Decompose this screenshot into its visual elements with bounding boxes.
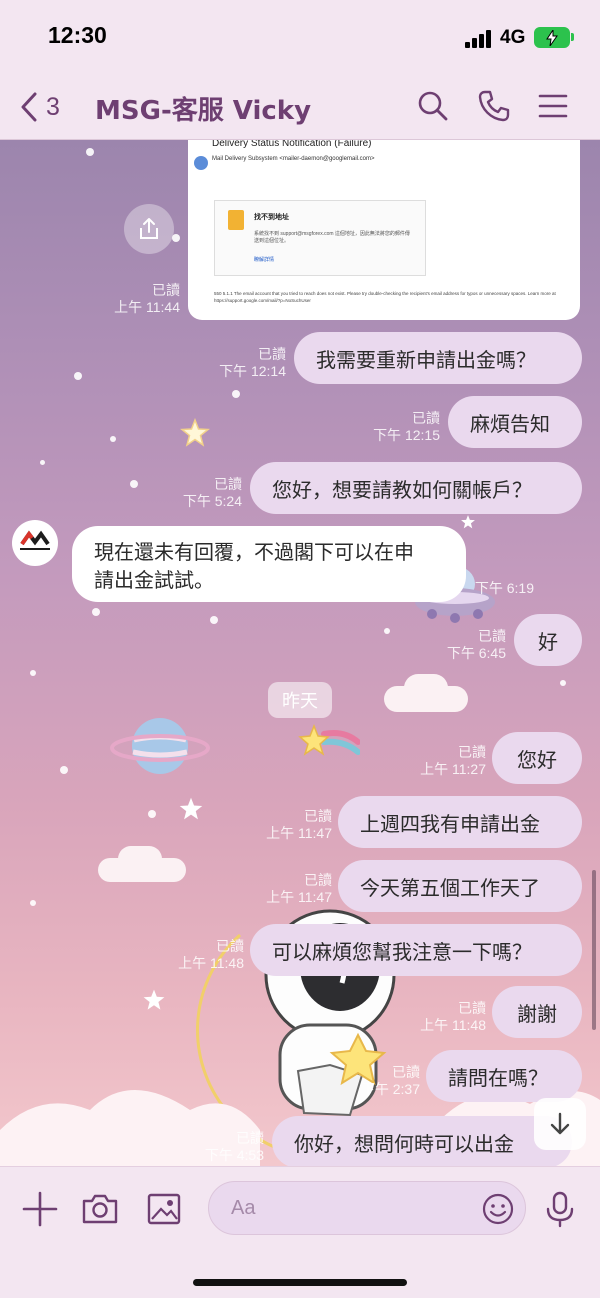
message-input-bar [0,1166,600,1298]
message-meta: 已讀 上午 11:44 [114,282,180,315]
email-learn-more-link: 瞭解詳情 [254,257,275,263]
scroll-to-bottom-button[interactable] [534,1098,586,1150]
status-bar: 12:30 4G [0,0,600,74]
message-input[interactable] [231,1194,471,1222]
share-button[interactable] [124,204,174,254]
star-icon [461,515,475,529]
email-subject: Delivery Status Notification (Failure) [212,140,372,149]
scrollbar[interactable] [592,870,596,1030]
message-meta: 已讀 下午 2:37 [360,1064,420,1097]
message-bubble-out[interactable]: 我需要重新申請出金嗎？ [294,332,582,384]
email-box-title: 找不到地址 [254,214,289,221]
chat-title: MSG-客服 Vicky [95,96,312,126]
contact-avatar[interactable] [12,520,58,566]
shooting-star-icon [298,723,360,756]
email-screenshot-image[interactable]: Delivery Status Notification (Failure) M… [188,140,580,320]
microphone-icon[interactable] [540,1189,580,1229]
message-meta: 已讀 上午 11:48 [178,938,244,971]
message-meta: 已讀 下午 12:15 [373,410,440,443]
message-bubble-out[interactable]: 您好，想要請教如何關帳戶？ [250,462,582,514]
message-bubble-out[interactable]: 你好，想問何時可以出金 [272,1116,572,1166]
search-icon[interactable] [415,88,451,124]
sender-avatar [194,156,208,170]
message-meta: 已讀 下午 5:24 [182,476,242,509]
message-meta: 已讀 上午 11:47 [266,808,332,841]
message-bubble-out[interactable]: 請問在嗎？ [426,1050,582,1102]
star-icon [179,797,203,820]
plus-icon[interactable] [20,1189,60,1229]
email-sender: Mail Delivery Subsystem <mailer-daemon@g… [212,156,375,162]
unread-count: 3 [46,92,60,121]
image-icon[interactable] [144,1189,184,1229]
message-bubble-out[interactable]: 麻煩告知 [448,396,582,448]
message-field[interactable] [208,1181,526,1235]
message-meta: 已讀 下午 12:14 [219,346,286,379]
chat-header: 3 MSG-客服 Vicky [0,74,600,140]
message-bubble-out[interactable]: 好 [514,614,582,666]
network-label: 4G [500,27,526,48]
message-meta: 已讀 下午 6:45 [446,628,506,661]
phone-icon[interactable] [476,88,512,124]
battery-tip [571,33,574,41]
signal-icon [465,30,491,48]
back-button[interactable]: 3 [20,88,70,126]
message-bubble-out[interactable]: 謝謝 [492,986,582,1038]
email-footer: 550 5.1.1 The email account that you tri… [214,291,556,303]
message-meta: 已讀 上午 11:47 [266,872,332,905]
star-icon [180,418,210,447]
message-bubble-out[interactable]: 上週四我有申請出金 [338,796,582,848]
message-meta: 已讀 下午 4:53 [204,1130,264,1163]
planet-icon [110,718,210,774]
home-indicator [193,1279,407,1286]
message-meta: 已讀 上午 11:27 [420,744,486,777]
warning-icon [228,210,244,230]
message-bubble-out[interactable]: 您好 [492,732,582,784]
chevron-left-icon [21,92,37,122]
message-meta: 下午 6:19 [474,580,534,596]
message-bubble-out[interactable]: 今天第五個工作天了 [338,860,582,912]
message-bubble-out[interactable]: 可以麻煩您幫我注意一下嗎？ [250,924,582,976]
star-icon [143,989,165,1010]
date-separator: 昨天 [268,682,332,718]
share-icon [140,218,158,239]
battery-icon [534,27,570,48]
menu-icon[interactable] [535,88,571,124]
message-meta: 已讀 上午 11:48 [420,1000,486,1033]
chat-area[interactable]: Delivery Status Notification (Failure) M… [0,140,600,1166]
email-box-body: 系統找不到 support@msgforex.com 這個地址，因此無法將您的郵… [254,231,410,244]
emoji-icon[interactable] [481,1192,515,1226]
camera-icon[interactable] [80,1189,120,1229]
message-bubble-in[interactable]: 現在還未有回覆，不過閣下可以在申 請出金試試。 [72,526,466,602]
arrow-down-icon [550,1112,570,1135]
status-time: 12:30 [48,22,107,48]
master-select-logo-icon [20,530,50,550]
